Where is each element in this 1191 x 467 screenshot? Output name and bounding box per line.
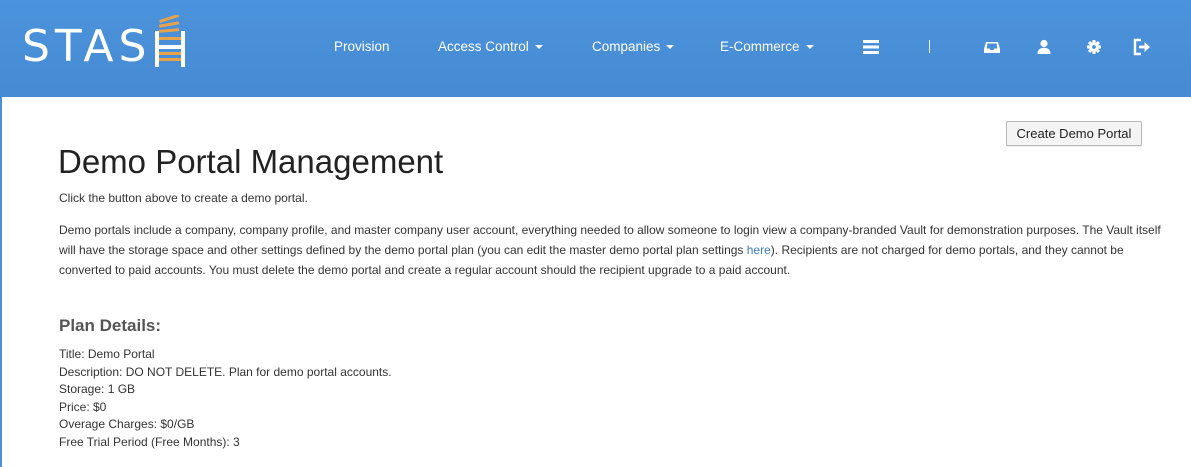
description-text: Demo portals include a company, company …	[59, 220, 1169, 280]
nav-ecommerce[interactable]: E-Commerce	[720, 39, 814, 54]
plan-settings-link[interactable]: here	[747, 243, 771, 257]
top-navbar: STAS Provision Access Control Companies	[0, 0, 1191, 97]
nav-ecommerce-label: E-Commerce	[720, 39, 800, 54]
chevron-down-icon	[805, 45, 814, 50]
page-title: Demo Portal Management	[58, 143, 444, 180]
inbox-icon[interactable]	[983, 38, 1001, 56]
nav-companies-label: Companies	[592, 39, 661, 54]
gear-icon[interactable]	[1085, 38, 1103, 56]
create-demo-portal-button[interactable]: Create Demo Portal	[1006, 121, 1142, 146]
brand-h-glyph	[153, 15, 189, 69]
intro-text: Click the button above to create a demo …	[59, 191, 308, 205]
plan-title: Title: Demo Portal	[59, 347, 155, 361]
nav-access-control-label: Access Control	[438, 39, 529, 54]
nav-access-control[interactable]: Access Control	[438, 39, 543, 54]
plan-storage: Storage: 1 GB	[59, 382, 136, 397]
plan-price: Price: $0	[59, 399, 107, 414]
plan-description: Description: DO NOT DELETE. Plan for dem…	[59, 364, 392, 379]
chevron-down-icon	[666, 45, 675, 50]
logout-icon[interactable]	[1133, 38, 1151, 56]
plan-overage-charges: Overage Charges: $0/GB	[59, 417, 195, 432]
plan-details-list: Title: Demo Portal Description: DO NOT D…	[59, 346, 392, 452]
menu-icon[interactable]	[862, 38, 880, 56]
nav-companies[interactable]: Companies	[592, 39, 675, 54]
nav-provision[interactable]: Provision	[334, 39, 390, 54]
brand-text: STAS	[22, 21, 152, 72]
plan-details-heading: Plan Details:	[59, 316, 162, 335]
plan-free-trial: Free Trial Period (Free Months): 3	[59, 434, 240, 449]
brand-logo[interactable]: STAS	[22, 15, 189, 77]
nav-separator	[929, 40, 930, 53]
user-icon[interactable]	[1035, 38, 1053, 56]
chevron-down-icon	[534, 45, 543, 50]
nav-provision-label: Provision	[334, 39, 390, 54]
